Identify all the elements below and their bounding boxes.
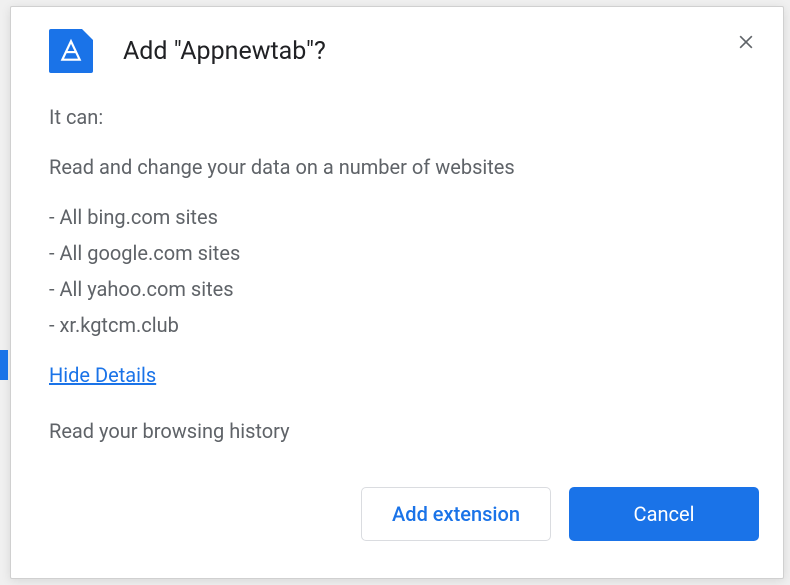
dialog-body: It can: Read and change your data on a n… xyxy=(11,83,783,475)
extension-install-dialog: Add "Appnewtab"? It can: Read and change… xyxy=(10,6,784,579)
extension-icon xyxy=(49,29,93,73)
cancel-button[interactable]: Cancel xyxy=(569,487,759,541)
sites-list: - All bing.com sites - All google.com si… xyxy=(49,201,745,341)
add-extension-button[interactable]: Add extension xyxy=(361,487,551,541)
hide-details-link[interactable]: Hide Details xyxy=(49,359,156,391)
close-button[interactable] xyxy=(733,29,759,55)
permissions-intro: It can: xyxy=(49,101,745,133)
left-edge-indicator xyxy=(0,350,8,380)
close-icon xyxy=(736,32,756,52)
list-item: - All yahoo.com sites xyxy=(49,273,745,305)
dialog-title: Add "Appnewtab"? xyxy=(123,37,326,66)
list-item: - All google.com sites xyxy=(49,237,745,269)
list-item: - xr.kgtcm.club xyxy=(49,309,745,341)
list-item: - All bing.com sites xyxy=(49,201,745,233)
history-permission: Read your browsing history xyxy=(49,415,745,447)
permission-description: Read and change your data on a number of… xyxy=(49,151,745,183)
dialog-header: Add "Appnewtab"? xyxy=(11,7,783,83)
dialog-footer: Add extension Cancel xyxy=(11,475,783,565)
